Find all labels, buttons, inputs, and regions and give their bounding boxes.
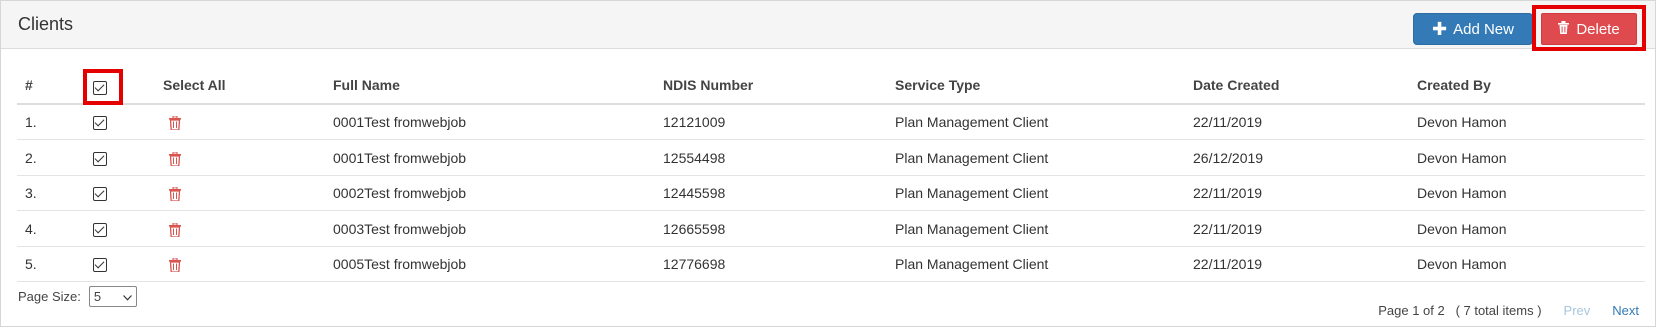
- row-full-name: 0003Test fromwebjob: [325, 210, 655, 247]
- header-full-name[interactable]: Full Name: [325, 67, 655, 106]
- page-size-control: Page Size: 5: [18, 286, 137, 307]
- row-full-name: 0001Test fromwebjob: [325, 104, 655, 141]
- row-full-name: 0002Test fromwebjob: [325, 175, 655, 212]
- row-checkbox[interactable]: [93, 222, 107, 237]
- row-number: 2.: [17, 139, 79, 176]
- table-body: 1. 0001Test fromwebjob 12121009 Plan Man…: [17, 104, 1645, 283]
- table-row: 3. 0002Test fromwebjob 12445598 Plan Man…: [17, 175, 1645, 212]
- pagination-info: Page 1 of 2 ( 7 total items ): [1378, 303, 1541, 318]
- table-row: 2. 0001Test fromwebjob 12554498 Plan Man…: [17, 139, 1645, 176]
- row-checkbox[interactable]: [93, 187, 107, 202]
- select-all-checkbox[interactable]: [93, 81, 107, 96]
- row-ndis-number: 12776698: [655, 246, 887, 283]
- row-service-type: Plan Management Client: [887, 246, 1185, 283]
- row-number: 3.: [17, 175, 79, 212]
- row-delete-trash-icon[interactable]: [169, 187, 181, 202]
- add-new-button[interactable]: ✚ Add New: [1413, 13, 1533, 45]
- row-delete-trash-icon[interactable]: [169, 116, 181, 131]
- row-delete-trash-icon[interactable]: [169, 258, 181, 273]
- page-size-label: Page Size:: [18, 289, 81, 304]
- pagination: Page 1 of 2 ( 7 total items ) Prev Next: [1378, 303, 1639, 318]
- row-service-type: Plan Management Client: [887, 139, 1185, 176]
- header-created-by[interactable]: Created By: [1409, 67, 1645, 106]
- row-checkbox[interactable]: [93, 151, 107, 166]
- row-ndis-number: 12121009: [655, 104, 887, 141]
- row-ndis-number: 12554498: [655, 139, 887, 176]
- header-number: #: [17, 67, 79, 106]
- table-row: 4. 0003Test fromwebjob 12665598 Plan Man…: [17, 210, 1645, 247]
- row-created-by: Devon Hamon: [1409, 246, 1645, 283]
- row-service-type: Plan Management Client: [887, 104, 1185, 141]
- delete-button[interactable]: Delete: [1541, 13, 1637, 45]
- panel-header: Clients ✚ Add New Delete: [1, 1, 1655, 51]
- row-ndis-number: 12665598: [655, 210, 887, 247]
- header-ndis-number[interactable]: NDIS Number: [655, 67, 887, 106]
- clients-panel: Clients ✚ Add New Delete # Select All Fu…: [0, 0, 1656, 327]
- row-date-created: 26/12/2019: [1185, 139, 1409, 176]
- page-size-select[interactable]: 5: [88, 286, 137, 307]
- table-header-row: # Select All Full Name NDIS Number Servi…: [17, 67, 1645, 106]
- prev-page-link[interactable]: Prev: [1564, 303, 1591, 318]
- delete-label: Delete: [1576, 20, 1620, 38]
- page-size-value: 5: [93, 289, 102, 304]
- row-date-created: 22/11/2019: [1185, 104, 1409, 141]
- row-full-name: 0001Test fromwebjob: [325, 139, 655, 176]
- header-select-all: Select All: [155, 67, 325, 106]
- row-created-by: Devon Hamon: [1409, 210, 1645, 247]
- page-title: Clients: [18, 14, 74, 34]
- row-date-created: 22/11/2019: [1185, 175, 1409, 212]
- clients-table: # Select All Full Name NDIS Number Servi…: [17, 67, 1645, 283]
- header-service-type[interactable]: Service Type: [887, 67, 1185, 106]
- row-delete-trash-icon[interactable]: [169, 151, 181, 166]
- total-items: ( 7 total items ): [1455, 303, 1542, 318]
- row-full-name: 0005Test fromwebjob: [325, 246, 655, 283]
- row-number: 5.: [17, 246, 79, 283]
- add-new-label: Add New: [1453, 20, 1514, 38]
- row-created-by: Devon Hamon: [1409, 139, 1645, 176]
- select-all-checkbox-highlight: [83, 69, 123, 106]
- row-ndis-number: 12445598: [655, 175, 887, 212]
- row-date-created: 22/11/2019: [1185, 246, 1409, 283]
- header-checkbox-cell: [79, 67, 155, 106]
- row-delete-trash-icon[interactable]: [169, 222, 181, 237]
- row-checkbox[interactable]: [93, 116, 107, 131]
- page-indicator: Page 1 of 2: [1378, 303, 1445, 318]
- row-number: 4.: [17, 210, 79, 247]
- row-checkbox[interactable]: [93, 258, 107, 273]
- table-row: 1. 0001Test fromwebjob 12121009 Plan Man…: [17, 104, 1645, 141]
- chevron-down-icon: [122, 289, 132, 304]
- trash-icon: [1558, 20, 1570, 38]
- header-date-created[interactable]: Date Created: [1185, 67, 1409, 106]
- row-number: 1.: [17, 104, 79, 141]
- row-service-type: Plan Management Client: [887, 175, 1185, 212]
- plus-icon: ✚: [1432, 19, 1448, 39]
- row-created-by: Devon Hamon: [1409, 175, 1645, 212]
- row-service-type: Plan Management Client: [887, 210, 1185, 247]
- next-page-link[interactable]: Next: [1612, 303, 1639, 318]
- table-row: 5. 0005Test fromwebjob 12776698 Plan Man…: [17, 246, 1645, 283]
- row-created-by: Devon Hamon: [1409, 104, 1645, 141]
- row-date-created: 22/11/2019: [1185, 210, 1409, 247]
